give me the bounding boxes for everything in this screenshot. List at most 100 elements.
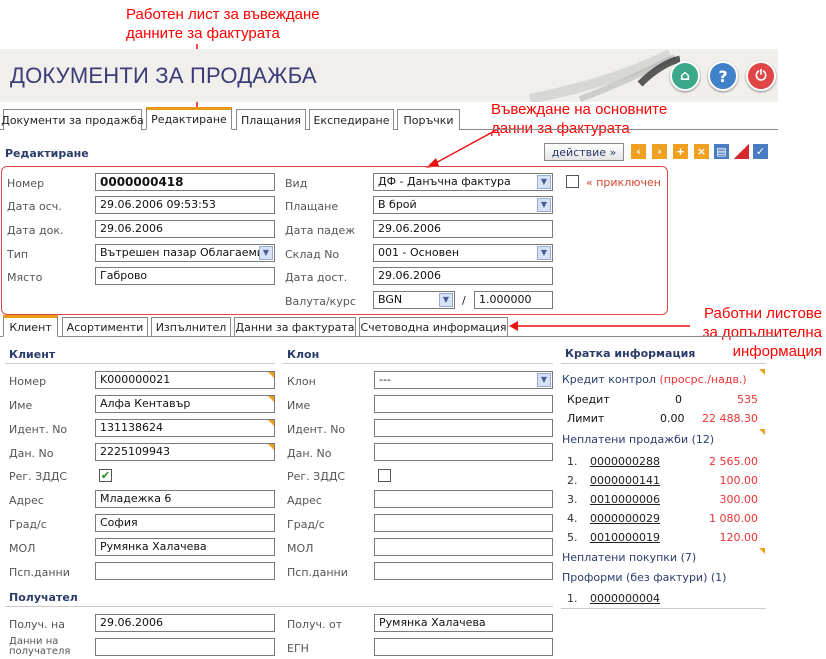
client-ident-field[interactable]: 131138624: [95, 419, 275, 437]
prev-button[interactable]: ‹: [630, 143, 647, 160]
branch-tax-field[interactable]: [374, 443, 553, 461]
branch-passport-label: Псп.данни: [287, 566, 348, 579]
type-label: Тип: [7, 248, 29, 261]
unpaid-sales-label: Неплатени продажби (12): [562, 433, 715, 446]
rate-field[interactable]: 1.000000: [474, 291, 553, 309]
chevron-down-icon: ▼: [537, 198, 551, 212]
help-icon: ?: [718, 66, 728, 86]
client-passport-field[interactable]: [95, 562, 275, 580]
kind-value: ДФ - Данъчна фактура: [378, 175, 511, 188]
tab-edit[interactable]: Редактиране: [146, 107, 232, 130]
delivery-field[interactable]: 29.06.2006: [373, 267, 553, 285]
client-mol-field[interactable]: Румянка Халачева: [95, 538, 275, 556]
limit-red-value: 22 488.30: [702, 412, 758, 425]
payment-select[interactable]: В брой ▼: [373, 196, 553, 214]
power-button[interactable]: ⏻: [746, 61, 776, 91]
branch-select[interactable]: --- ▼: [374, 371, 553, 389]
proforma-doc-link[interactable]: 0000000004: [590, 592, 660, 605]
currency-select[interactable]: BGN ▼: [373, 291, 455, 309]
tab-sales-documents[interactable]: Документи за продажба: [1, 109, 144, 130]
type-value: Вътрешен пазар Облагаеми сд: [100, 246, 275, 259]
sale-doc-link[interactable]: 0010000019: [590, 531, 660, 544]
sale-index: 1.: [567, 455, 578, 468]
branch-label: Клон: [287, 375, 316, 388]
doc-date-field[interactable]: 29.06.2006: [95, 220, 275, 238]
client-vat-checkbox[interactable]: ✔: [99, 469, 112, 482]
sale-index: 2.: [567, 474, 578, 487]
client-city-field[interactable]: София: [95, 514, 275, 532]
client-divider: [5, 363, 275, 364]
currency-label: Валута/курс: [285, 295, 356, 308]
sale-doc-link[interactable]: 0000000141: [590, 474, 660, 487]
branch-address-field[interactable]: [374, 490, 553, 508]
client-address-field[interactable]: Младежка 6: [95, 490, 275, 508]
received-by-field[interactable]: 29.06.2006: [95, 614, 275, 632]
type-select[interactable]: Вътрешен пазар Облагаеми сд ▼: [95, 244, 275, 262]
add-button[interactable]: +: [672, 143, 689, 160]
client-name-label: Име: [9, 399, 33, 412]
due-field[interactable]: 29.06.2006: [373, 220, 553, 238]
closed-checkbox[interactable]: [566, 175, 579, 188]
tab-payments[interactable]: Плащания: [236, 109, 306, 130]
power-icon: ⏻: [755, 68, 767, 84]
limit-value: 0.00: [660, 412, 685, 425]
branch-passport-field[interactable]: [374, 562, 553, 580]
client-name-field[interactable]: Алфа Кентавър: [95, 395, 275, 413]
place-label: Място: [7, 271, 43, 284]
branch-mol-field[interactable]: [374, 538, 553, 556]
sale-amount: 300.00: [719, 493, 759, 506]
page-title: ДОКУМЕНТИ ЗА ПРОДАЖБА: [10, 63, 317, 88]
print-icon: ▤: [716, 145, 727, 158]
branch-mol-label: МОЛ: [287, 542, 314, 555]
received-from-field[interactable]: Румянка Халачева: [374, 614, 553, 632]
warehouse-select[interactable]: 001 - Основен ▼: [373, 244, 553, 262]
branch-vat-checkbox[interactable]: [378, 469, 391, 482]
cancel-button[interactable]: [733, 143, 750, 160]
delivery-label: Дата дост.: [285, 271, 348, 284]
receiver-data-field[interactable]: [95, 638, 275, 656]
tab-shipping[interactable]: Експедиране: [309, 109, 394, 130]
subtab-executor[interactable]: Изпълнител: [151, 317, 231, 336]
help-button[interactable]: ?: [708, 61, 738, 91]
chevron-down-icon: ▼: [439, 293, 453, 307]
subtab-accounting[interactable]: Счетоводна информация: [359, 317, 508, 336]
number-field[interactable]: 0000000418: [95, 173, 275, 191]
place-field[interactable]: Габрово: [95, 267, 275, 285]
subtab-invoice-data[interactable]: Данни за фактурата: [234, 317, 356, 336]
action-button[interactable]: действие »: [544, 143, 624, 161]
client-address-label: Адрес: [9, 494, 44, 507]
tab-label: Асортименти: [66, 320, 144, 334]
confirm-button[interactable]: ✓: [752, 143, 769, 160]
subtab-assortments[interactable]: Асортименти: [62, 317, 148, 336]
print-button[interactable]: ▤: [713, 143, 730, 160]
tab-label: Редактиране: [151, 113, 227, 126]
egn-field[interactable]: [374, 638, 553, 656]
home-button[interactable]: ⌂: [670, 61, 700, 91]
sale-doc-link[interactable]: 0000000288: [590, 455, 660, 468]
client-tax-label: Дан. No: [9, 447, 54, 460]
next-button[interactable]: ›: [651, 143, 668, 160]
acc-date-label: Дата осч.: [7, 200, 62, 213]
branch-name-field[interactable]: [374, 395, 553, 413]
credit-control-sub: (просрс./надв.): [659, 373, 747, 386]
tab-orders[interactable]: Поръчки: [397, 109, 460, 130]
client-number-field[interactable]: K000000021: [95, 371, 275, 389]
sale-doc-link[interactable]: 0010000006: [590, 493, 660, 506]
number-label: Номер: [7, 177, 45, 190]
chevron-right-icon: ›: [657, 145, 662, 158]
kind-select[interactable]: ДФ - Данъчна фактура ▼: [373, 173, 553, 191]
sale-index: 4.: [567, 512, 578, 525]
client-tax-field[interactable]: 2225109943: [95, 443, 275, 461]
branch-ident-field[interactable]: [374, 419, 553, 437]
sale-doc-link[interactable]: 0000000029: [590, 512, 660, 525]
chevron-down-icon: ▼: [537, 175, 551, 189]
proforma-divider: [561, 608, 766, 609]
chevron-down-icon: ▼: [537, 373, 551, 387]
acc-date-field[interactable]: 29.06.2006 09:53:53: [95, 196, 275, 214]
egn-label: ЕГН: [287, 642, 309, 655]
limit-label: Лимит: [567, 412, 605, 425]
branch-city-field[interactable]: [374, 514, 553, 532]
subtab-client[interactable]: Клиент: [3, 315, 58, 337]
delete-button[interactable]: ×: [693, 143, 710, 160]
tab-label: Изпълнител: [155, 320, 227, 334]
